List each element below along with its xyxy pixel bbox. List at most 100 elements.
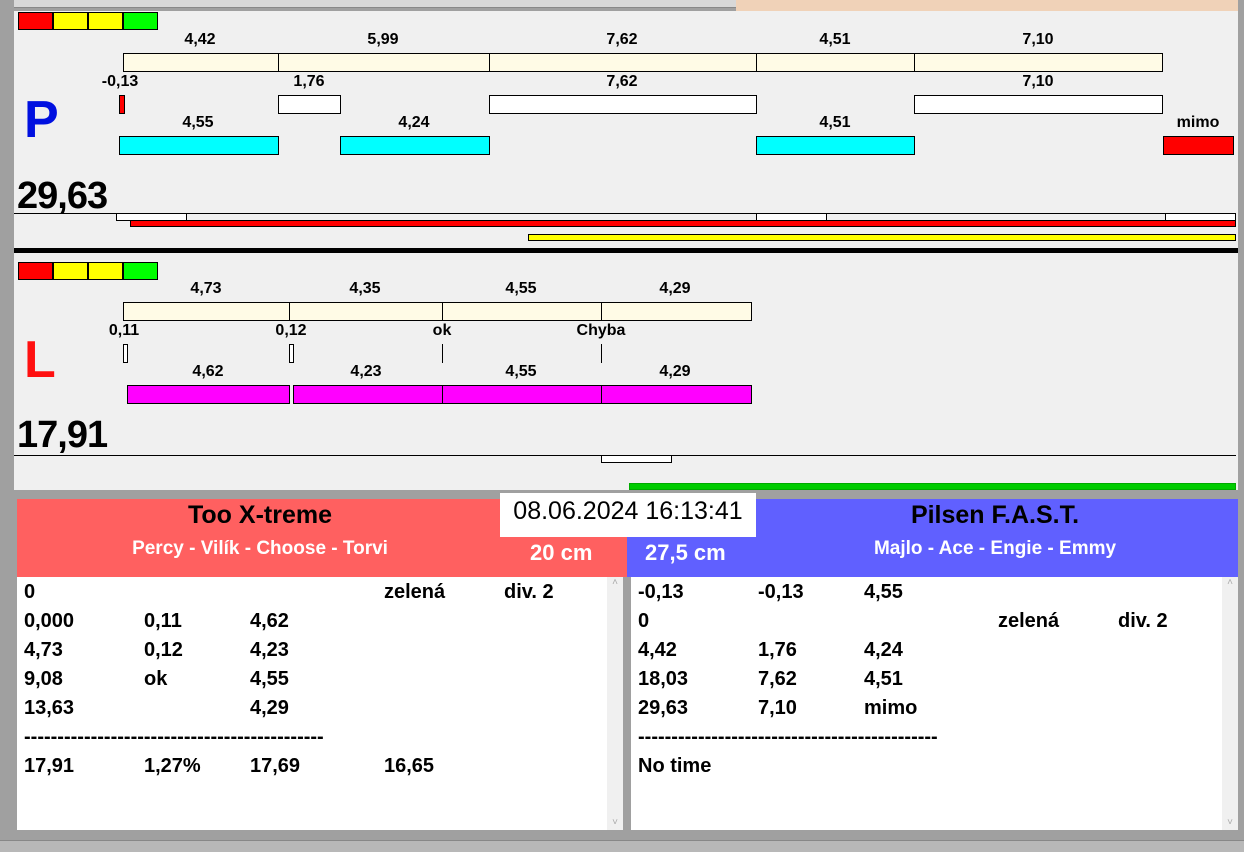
right-team-name: Pilsen F.A.S.T. bbox=[910, 501, 1080, 529]
result-cell: 4,23 bbox=[250, 639, 289, 661]
light-yellow bbox=[53, 12, 88, 30]
result-cell: 0,12 bbox=[144, 639, 183, 661]
l-split-bar bbox=[123, 302, 290, 321]
left-team-name: Too X-treme bbox=[188, 501, 332, 529]
p-split-label: 4,42 bbox=[184, 31, 216, 48]
result-cell: -0,13 bbox=[638, 581, 684, 603]
l-timeline-box bbox=[601, 455, 672, 463]
p-reaction-bar bbox=[278, 95, 341, 114]
l-run-label: 4,55 bbox=[505, 363, 537, 380]
result-cell: ----------------------------------------… bbox=[638, 726, 938, 748]
p-reaction-bar bbox=[119, 95, 125, 114]
p-progress-yellow bbox=[528, 234, 1236, 241]
result-cell: 4,73 bbox=[24, 639, 63, 661]
l-run-bar bbox=[127, 385, 290, 404]
p-progress-red bbox=[130, 220, 1236, 227]
l-split-bar bbox=[442, 302, 602, 321]
l-reaction-label: ok bbox=[432, 322, 452, 339]
p-split-label: 4,51 bbox=[819, 31, 851, 48]
l-progress-green bbox=[629, 483, 1236, 490]
top-tab-strip bbox=[14, 0, 736, 8]
result-cell: 4,24 bbox=[864, 639, 903, 661]
result-cell: 4,55 bbox=[864, 581, 903, 603]
l-split-label: 4,55 bbox=[505, 280, 537, 297]
result-cell: 7,62 bbox=[758, 668, 797, 690]
p-reaction-bar bbox=[489, 95, 757, 114]
light-green bbox=[123, 262, 158, 280]
result-cell: 0,000 bbox=[24, 610, 75, 632]
l-run-label: 4,29 bbox=[659, 363, 691, 380]
light-yellow bbox=[88, 12, 123, 30]
p-run-label: 4,51 bbox=[819, 114, 851, 131]
l-split-label: 4,35 bbox=[349, 280, 381, 297]
p-reaction-label: 1,76 bbox=[293, 73, 325, 90]
left-team-height: 20 cm bbox=[530, 540, 593, 565]
light-red bbox=[18, 12, 53, 30]
result-cell: 17,69 bbox=[250, 755, 301, 777]
p-split-bar bbox=[756, 53, 915, 72]
l-total-time: 17,91 bbox=[17, 414, 108, 456]
status-lights bbox=[18, 12, 162, 30]
l-reaction-mark bbox=[442, 344, 443, 363]
light-yellow bbox=[88, 262, 123, 280]
result-cell: 17,91 bbox=[24, 755, 75, 777]
p-split-bar bbox=[489, 53, 757, 72]
result-cell: 4,51 bbox=[864, 668, 903, 690]
left-team-members: Percy - Vilík - Choose - Torvi bbox=[132, 538, 388, 559]
result-cell: mimo bbox=[864, 697, 918, 719]
l-reaction-label: Chyba bbox=[576, 322, 626, 339]
result-cell: zelená bbox=[384, 581, 446, 603]
l-run-label: 4,23 bbox=[350, 363, 382, 380]
left-list-scrollbar[interactable]: ˄ ˅ bbox=[607, 577, 623, 830]
result-cell: 7,10 bbox=[758, 697, 797, 719]
p-total-time: 29,63 bbox=[17, 175, 108, 217]
p-run-bar bbox=[340, 136, 490, 155]
p-reaction-label: 7,62 bbox=[606, 73, 638, 90]
result-cell: 0,11 bbox=[144, 610, 182, 632]
result-cell: 1,27% bbox=[144, 755, 201, 777]
result-cell: 9,08 bbox=[24, 668, 63, 690]
p-run-label: 4,24 bbox=[398, 114, 430, 131]
l-run-bar bbox=[293, 385, 443, 404]
result-cell: div. 2 bbox=[1118, 610, 1168, 632]
p-split-label: 5,99 bbox=[367, 31, 399, 48]
p-split-bar bbox=[914, 53, 1163, 72]
right-team-results-list[interactable]: ˄ ˅ -0,13 -0,13 4,55 0 zelená div. 2 4,42 1,76 4,… bbox=[631, 577, 1238, 830]
left-team-results-list[interactable]: ˄ ˅ 0 zelená div. 2 0,000 0,11 4,62 4,73 0,12 4,2… bbox=[17, 577, 623, 830]
result-cell: 4,42 bbox=[638, 639, 677, 661]
right-list-scrollbar[interactable]: ˄ ˅ bbox=[1222, 577, 1238, 830]
result-cell: No time bbox=[638, 755, 712, 777]
l-split-bar bbox=[289, 302, 443, 321]
right-team-height: 27,5 cm bbox=[645, 540, 726, 565]
result-cell: 13,63 bbox=[24, 697, 75, 719]
list-separator bbox=[623, 577, 631, 830]
l-run-label: 4,62 bbox=[192, 363, 224, 380]
result-cell: 29,63 bbox=[638, 697, 689, 719]
result-cell: 0 bbox=[24, 581, 36, 603]
p-run-label: mimo bbox=[1176, 114, 1220, 131]
result-cell: 18,03 bbox=[638, 668, 689, 690]
status-lights bbox=[18, 262, 162, 280]
status-bar bbox=[0, 840, 1244, 852]
l-reaction-bar bbox=[123, 344, 128, 363]
l-split-bar bbox=[601, 302, 752, 321]
l-reaction-bar bbox=[289, 344, 294, 363]
p-run-bar bbox=[756, 136, 915, 155]
l-run-bar bbox=[601, 385, 752, 404]
l-run-bar bbox=[442, 385, 602, 404]
light-red bbox=[18, 262, 53, 280]
light-green bbox=[123, 12, 158, 30]
result-cell: ok bbox=[144, 668, 168, 690]
result-cell: div. 2 bbox=[504, 581, 554, 603]
p-run-label: 4,55 bbox=[182, 114, 214, 131]
p-split-label: 7,10 bbox=[1022, 31, 1054, 48]
top-tab-strip-accent bbox=[736, 0, 1238, 11]
p-side-label: P bbox=[24, 91, 59, 149]
datetime: 08.06.2024 16:13:41 bbox=[500, 493, 756, 537]
l-side-label: L bbox=[24, 331, 56, 389]
p-timeline-line bbox=[14, 213, 1236, 214]
result-cell: 4,62 bbox=[250, 610, 289, 632]
l-reaction-mark bbox=[601, 344, 602, 363]
result-cell: zelená bbox=[998, 610, 1060, 632]
right-team-members: Majlo - Ace - Engie - Emmy bbox=[873, 538, 1117, 559]
